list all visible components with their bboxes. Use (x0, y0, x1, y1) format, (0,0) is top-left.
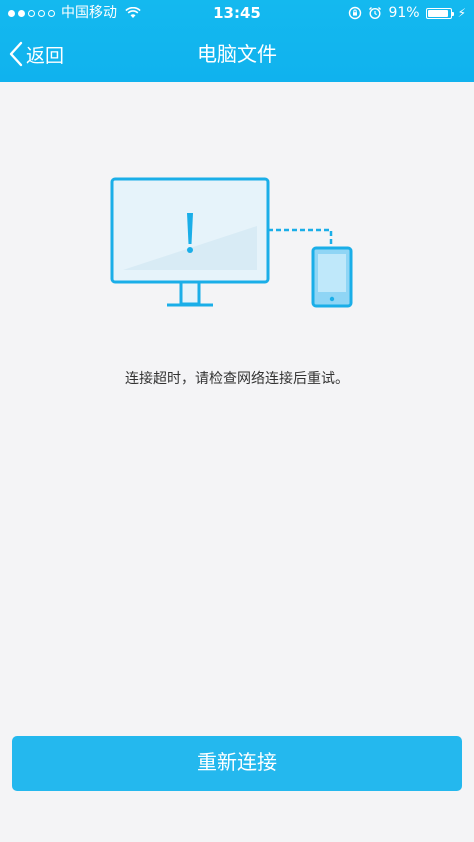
phone-icon (311, 246, 353, 308)
back-button[interactable]: 返回 (8, 26, 64, 82)
top-bar: 中国移动 13:45 91% ⚡ 返回 电脑文件 (0, 0, 474, 82)
charging-bolt-icon: ⚡ (457, 6, 466, 20)
battery-level-fill (427, 9, 448, 17)
nav-bar: 返回 电脑文件 (0, 26, 474, 82)
rotation-lock-icon (349, 6, 362, 20)
back-label: 返回 (26, 44, 65, 67)
dashed-connection-line (268, 228, 333, 245)
status-bar-right: 91% ⚡ (348, 0, 466, 26)
status-bar: 中国移动 13:45 91% ⚡ (0, 0, 474, 26)
alarm-clock-icon (369, 7, 382, 20)
reconnect-button[interactable]: 重新连接 (12, 736, 462, 791)
battery-percent: 91% (388, 5, 420, 21)
battery-icon (425, 7, 454, 19)
connection-error-illustration (110, 177, 353, 308)
page-title: 电脑文件 (197, 42, 277, 66)
error-message: 连接超时，请检查网络连接后重试。 (125, 371, 349, 387)
chevron-left-icon (9, 41, 23, 67)
